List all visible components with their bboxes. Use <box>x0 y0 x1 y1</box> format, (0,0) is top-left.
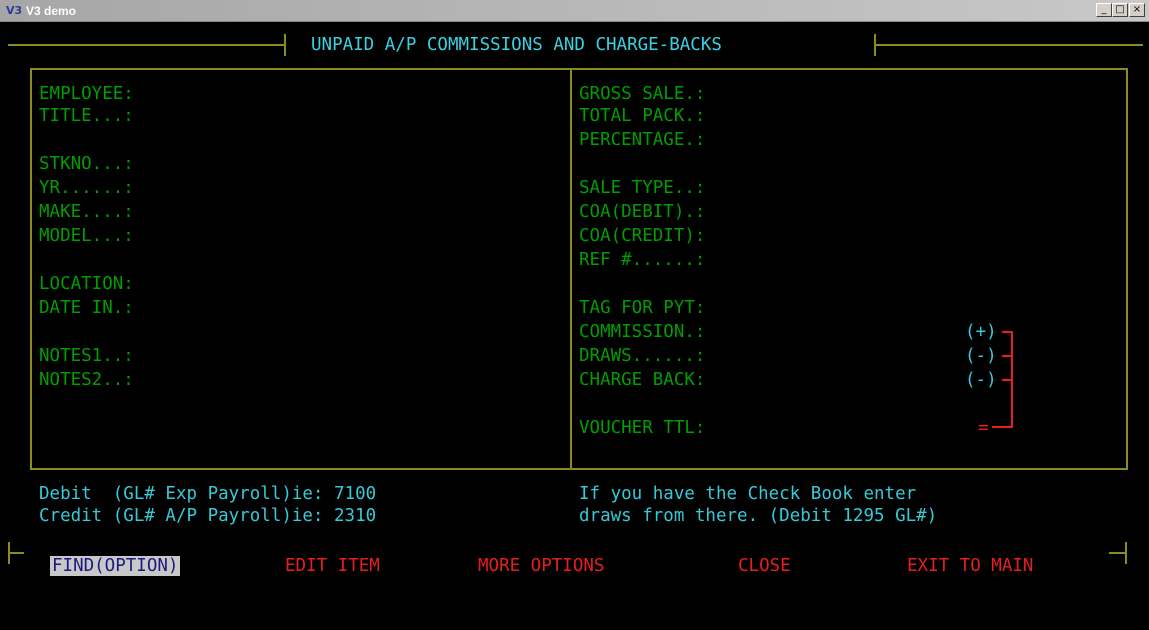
window-titlebar: V3 V3 demo _ □ × <box>0 0 1149 22</box>
draws-operator: (-) <box>965 346 997 366</box>
sum-bracket-mid2 <box>1002 379 1012 381</box>
location-label: LOCATION: <box>39 274 134 294</box>
employee-label: EMPLOYEE: <box>39 84 134 104</box>
menu-rule-left <box>8 552 24 554</box>
sale-type-label: SALE TYPE..: <box>579 178 706 198</box>
charge-back-label: CHARGE BACK: <box>579 370 706 390</box>
sum-bracket-bottom <box>992 426 1013 428</box>
tag-for-pyt-label: TAG FOR PYT: <box>579 298 706 318</box>
charge-back-operator: (-) <box>965 370 997 390</box>
menu-close[interactable]: CLOSE <box>738 555 791 577</box>
percentage-label: PERCENTAGE.: <box>579 130 706 150</box>
credit-info: Credit (GL# A/P Payroll)ie: 2310 <box>39 506 377 526</box>
ref-label: REF #......: <box>579 250 706 270</box>
total-operator: = <box>978 418 989 438</box>
total-pack-label: TOTAL PACK.: <box>579 106 706 126</box>
app-icon: V3 <box>6 4 23 17</box>
date-in-label: DATE IN.: <box>39 298 134 318</box>
checkbook-note-line1: If you have the Check Book enter <box>579 484 917 504</box>
header-bracket-left <box>284 34 286 56</box>
year-label: YR......: <box>39 178 134 198</box>
form-box-top <box>30 68 1128 70</box>
gross-sale-label: GROSS SALE.: <box>579 84 706 104</box>
screen-title: UNPAID A/P COMMISSIONS AND CHARGE-BACKS <box>311 35 722 55</box>
header-rule-right <box>874 44 1143 46</box>
menu-find-label[interactable]: FIND(OPTION) <box>50 556 181 576</box>
notes2-label: NOTES2..: <box>39 370 134 390</box>
form-box-right <box>1126 68 1128 470</box>
checkbook-note-line2: draws from there. (Debit 1295 GL#) <box>579 506 938 526</box>
minimize-button[interactable]: _ <box>1096 3 1112 17</box>
stkno-label: STKNO...: <box>39 154 134 174</box>
menu-more-options[interactable]: MORE OPTIONS <box>478 555 604 577</box>
notes1-label: NOTES1..: <box>39 346 134 366</box>
terminal-screen: UNPAID A/P COMMISSIONS AND CHARGE-BACKS … <box>5 22 1145 630</box>
coa-debit-label: COA(DEBIT).: <box>579 202 706 222</box>
make-label: MAKE....: <box>39 202 134 222</box>
title-label: TITLE...: <box>39 106 134 126</box>
commission-label: COMMISSION.: <box>579 322 706 342</box>
form-box-bottom <box>30 468 1128 470</box>
sum-bracket-mid1 <box>1002 355 1012 357</box>
window-title: V3 demo <box>26 4 77 18</box>
model-label: MODEL...: <box>39 226 134 246</box>
menu-edit-item[interactable]: EDIT ITEM <box>285 555 380 577</box>
coa-credit-label: COA(CREDIT): <box>579 226 706 246</box>
maximize-button[interactable]: □ <box>1112 3 1128 17</box>
commission-operator-text: (+) <box>965 322 997 342</box>
draws-label: DRAWS......: <box>579 346 706 366</box>
debit-info: Debit (GL# Exp Payroll)ie: 7100 <box>39 484 377 504</box>
form-box-divider <box>570 68 572 470</box>
commission-operator: (+) <box>965 321 997 343</box>
voucher-total-label: VOUCHER TTL: <box>579 418 706 438</box>
form-box-left <box>30 68 32 470</box>
menu-exit-to-main[interactable]: EXIT TO MAIN <box>907 555 1033 577</box>
close-button[interactable]: × <box>1129 3 1145 17</box>
header-rule-left <box>8 44 285 46</box>
menu-rule-right <box>1109 552 1126 554</box>
menu-find-option[interactable]: FIND(OPTION) <box>50 555 181 577</box>
